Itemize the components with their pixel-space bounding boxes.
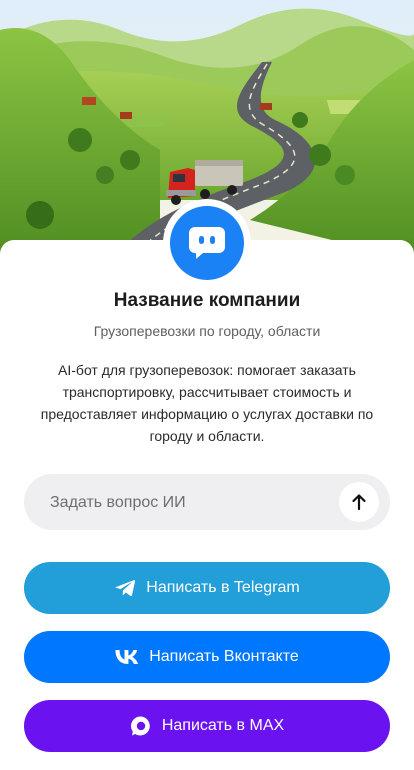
max-button-label: Написать в MAX	[161, 717, 285, 734]
send-button[interactable]	[339, 482, 379, 522]
max-button[interactable]: Написать в MAX	[24, 700, 390, 752]
telegram-plane-icon	[114, 579, 136, 597]
ask-ai-input[interactable]	[48, 474, 352, 532]
company-avatar	[163, 199, 251, 287]
vkontakte-button-label: Написать Вконтакте	[149, 648, 299, 665]
vkontakte-button[interactable]: Написать Вконтакте	[24, 631, 390, 683]
company-description: AI-бот для грузоперевозок: помогает зака…	[40, 362, 374, 444]
arrow-up-icon	[352, 494, 366, 511]
ask-ai-field	[24, 474, 390, 532]
max-logo-icon	[130, 715, 152, 737]
telegram-button-label: Написать в Telegram	[146, 579, 300, 596]
vk-logo-icon	[115, 650, 139, 664]
company-subtitle: Грузоперевозки по городу, области	[93, 323, 321, 339]
telegram-button[interactable]: Написать в Telegram	[24, 562, 390, 614]
company-name: Название компании	[113, 290, 301, 311]
page: Название компании Грузоперевозки по горо…	[0, 0, 414, 770]
chat-bot-icon	[189, 227, 225, 259]
avatar-circle	[170, 206, 244, 280]
